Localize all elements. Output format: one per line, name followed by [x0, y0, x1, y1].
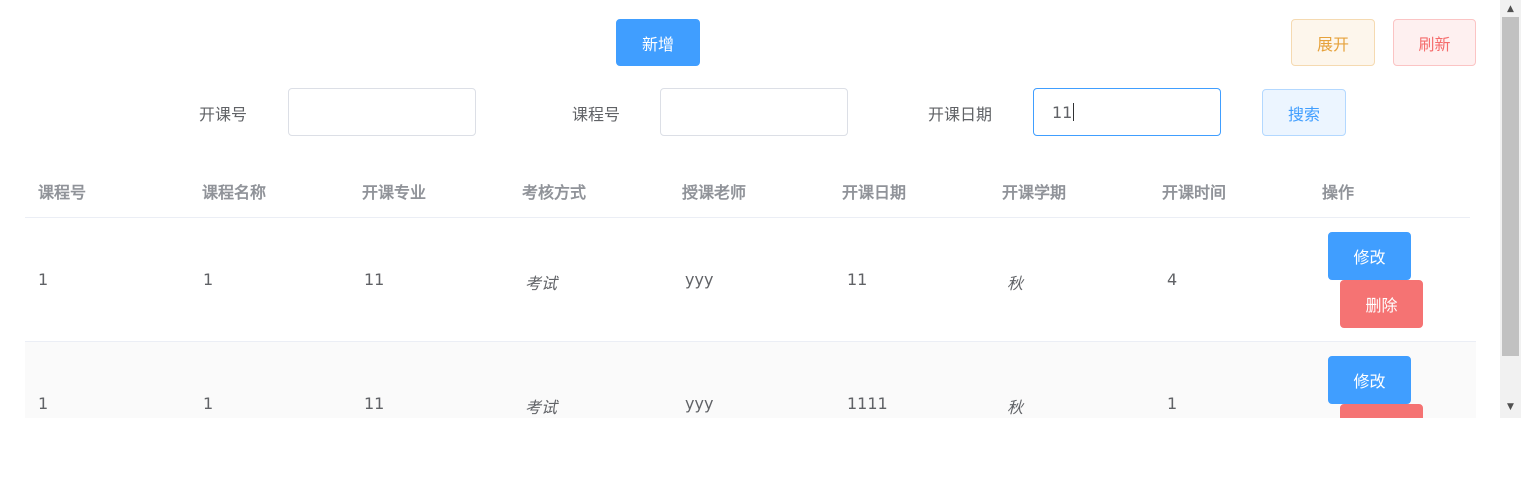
cell-course-name: 1: [203, 270, 214, 289]
cell-class-time: 1: [1167, 394, 1178, 413]
cell-offer-date: 11: [847, 270, 868, 289]
course-offer-no-label: 开课号: [199, 105, 248, 124]
cell-course-no: 1: [38, 394, 49, 413]
header-actions: 操作: [1322, 183, 1355, 202]
scrollbar-thumb[interactable]: [1502, 17, 1519, 356]
course-offer-no-input[interactable]: [288, 88, 476, 136]
table-row: 1 1 11 考试 yyy 11 秋 4 修改 删除: [25, 218, 1476, 342]
course-table: 课程号 课程名称 开课专业 考核方式 授课老师 开课日期 开课学期 开课时间 操…: [25, 160, 1476, 418]
cell-course-name: 1: [203, 394, 214, 413]
offer-date-label: 开课日期: [928, 105, 993, 124]
cell-major: 11: [364, 394, 385, 413]
edit-button[interactable]: 修改: [1328, 356, 1411, 404]
delete-button[interactable]: 删除: [1340, 280, 1423, 328]
edit-button[interactable]: 修改: [1328, 232, 1411, 280]
header-course-name: 课程名称: [202, 183, 267, 202]
add-button[interactable]: 新增: [616, 19, 700, 66]
header-assessment: 考核方式: [522, 183, 587, 202]
cell-assessment: 考试: [525, 398, 558, 417]
header-offer-date: 开课日期: [842, 183, 907, 202]
delete-button[interactable]: 删除: [1340, 404, 1423, 418]
course-no-input[interactable]: [660, 88, 848, 136]
cell-major: 11: [364, 270, 385, 289]
table-header: 课程号 课程名称 开课专业 考核方式 授课老师 开课日期 开课学期 开课时间 操…: [25, 160, 1470, 218]
cell-offer-date: 1111: [847, 394, 888, 413]
offer-date-input[interactable]: 11: [1033, 88, 1221, 136]
cell-assessment: 考试: [525, 274, 558, 293]
header-semester: 开课学期: [1002, 183, 1067, 202]
cell-course-no: 1: [38, 270, 49, 289]
cell-teacher: yyy: [685, 270, 714, 289]
vertical-scrollbar[interactable]: ▲ ▼: [1500, 0, 1521, 418]
refresh-button[interactable]: 刷新: [1393, 19, 1476, 66]
expand-button[interactable]: 展开: [1291, 19, 1375, 66]
header-major: 开课专业: [362, 183, 427, 202]
header-class-time: 开课时间: [1162, 183, 1227, 202]
table-row: 1 1 11 考试 yyy 1111 秋 1 修改 删除: [25, 342, 1476, 418]
scroll-down-icon[interactable]: ▼: [1500, 398, 1521, 415]
cell-class-time: 4: [1167, 270, 1178, 289]
cell-semester: 秋: [1007, 274, 1024, 293]
header-teacher: 授课老师: [682, 183, 747, 202]
offer-date-input-value: 11: [1052, 102, 1073, 122]
course-no-label: 课程号: [572, 105, 621, 124]
search-button[interactable]: 搜索: [1262, 89, 1346, 136]
cell-semester: 秋: [1007, 398, 1024, 417]
text-cursor: [1073, 103, 1075, 121]
scroll-up-icon[interactable]: ▲: [1500, 0, 1521, 17]
cell-teacher: yyy: [685, 394, 714, 413]
header-course-no: 课程号: [38, 183, 87, 202]
